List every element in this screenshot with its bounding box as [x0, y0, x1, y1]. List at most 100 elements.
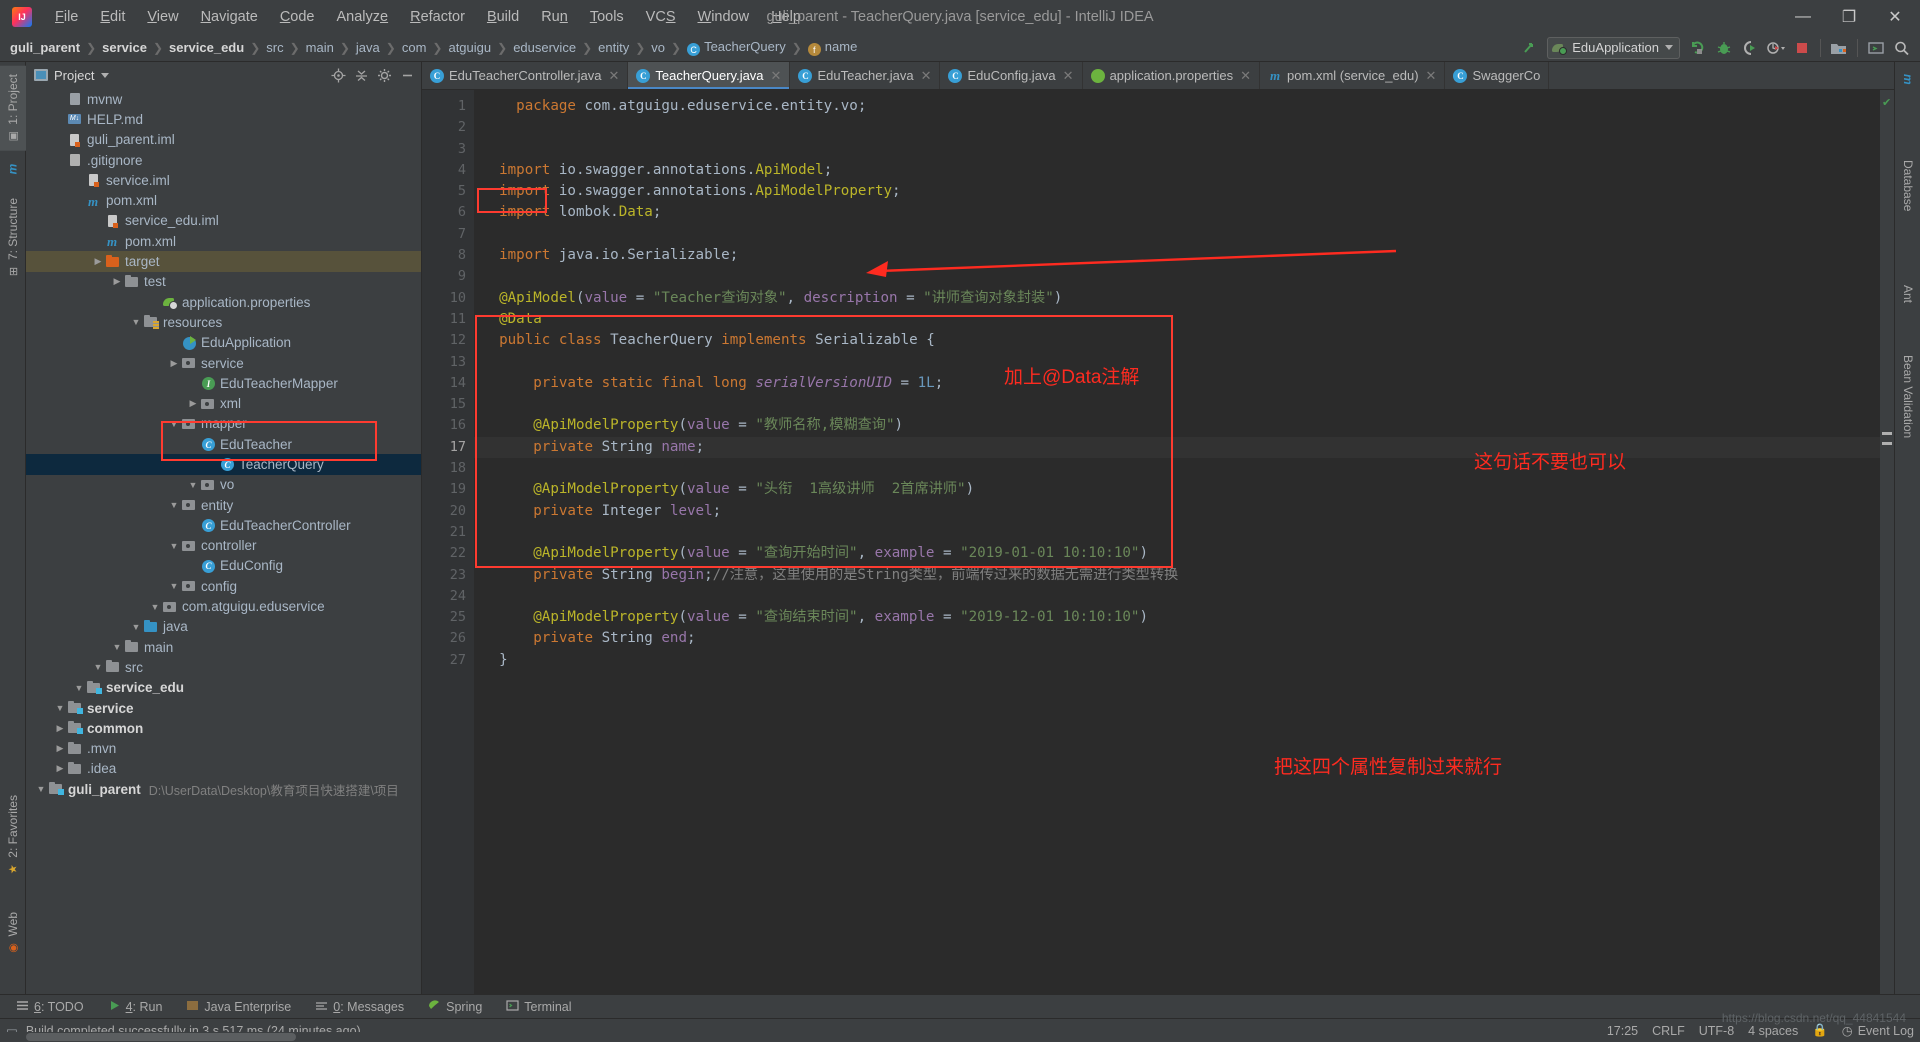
sidebar-tab-bean-validation[interactable]: Bean Validation	[1896, 347, 1920, 447]
tree-item--gitignore[interactable]: .gitignore	[26, 150, 421, 170]
editor-tab-educonfig-java[interactable]: C EduConfig.java ✕	[940, 62, 1083, 89]
tree-toggle-down-icon[interactable]	[167, 500, 181, 510]
tree-item-guli_parent-iml[interactable]: guli_parent.iml	[26, 130, 421, 150]
tree-toggle-down-icon[interactable]	[148, 602, 162, 612]
locate-icon[interactable]	[328, 65, 348, 85]
editor-tab-eduteacher-java[interactable]: C EduTeacher.java ✕	[790, 62, 941, 89]
tree-toggle-down-icon[interactable]	[186, 480, 200, 490]
minimize-button[interactable]: —	[1780, 1, 1826, 33]
editor-tab-pom-xml--service_edu-[interactable]: m pom.xml (service_edu) ✕	[1260, 62, 1446, 89]
tree-item-target[interactable]: target	[26, 251, 421, 272]
code-line[interactable]	[474, 117, 1880, 138]
close-icon[interactable]: ✕	[1063, 68, 1074, 84]
tree-toggle-down-icon[interactable]	[167, 581, 181, 591]
code-line[interactable]	[474, 394, 1880, 415]
breadcrumb-item-com[interactable]: com	[400, 40, 429, 55]
code-line[interactable]	[474, 522, 1880, 543]
line-number[interactable]: 14	[422, 373, 474, 394]
line-number[interactable]: 10−	[422, 288, 484, 309]
breadcrumb-item-vo[interactable]: vo	[649, 40, 667, 55]
code-line[interactable]	[474, 266, 1880, 287]
tree-toggle-down-icon[interactable]	[91, 662, 105, 672]
line-number[interactable]: 15	[422, 394, 474, 415]
run-configuration-selector[interactable]: EduApplication	[1547, 36, 1680, 59]
menu-item-file[interactable]: File	[44, 6, 89, 28]
line-number[interactable]: 1	[422, 96, 474, 117]
code-line[interactable]	[474, 458, 1880, 479]
code-line[interactable]	[474, 224, 1880, 245]
line-number[interactable]: 13	[422, 352, 474, 373]
code-line[interactable]: @ApiModelProperty(value = "头衔 1高级讲师 2首席讲…	[474, 479, 1880, 500]
code-line[interactable]	[474, 352, 1880, 373]
tree-item-common[interactable]: common	[26, 718, 421, 738]
line-number[interactable]: 26	[422, 628, 474, 649]
line-number[interactable]: 25	[422, 607, 474, 628]
line-number[interactable]: 9	[422, 266, 474, 287]
line-number[interactable]: 18	[422, 458, 474, 479]
code-line[interactable]: @ApiModel(value = "Teacher查询对象", descrip…	[474, 288, 1880, 309]
tool-window-spring[interactable]: Spring	[416, 996, 494, 1018]
tool-window-java-enterprise[interactable]: Java Enterprise	[174, 996, 303, 1018]
breadcrumb-item-teacherquery[interactable]: C TeacherQuery	[685, 39, 788, 57]
tree-toggle-down-icon[interactable]	[72, 683, 86, 693]
tree-item-eduteacher[interactable]: C EduTeacher	[26, 434, 421, 454]
debug-icon[interactable]	[1712, 37, 1736, 59]
line-number[interactable]: 4−	[422, 160, 484, 181]
tree-item-educonfig[interactable]: C EduConfig	[26, 556, 421, 576]
tree-toggle-right-icon[interactable]	[53, 763, 67, 774]
code-line[interactable]: @ApiModelProperty(value = "查询结束时间", exam…	[474, 607, 1880, 628]
sidebar-tab-database[interactable]: Database	[1896, 152, 1920, 220]
tree-item-application-properties[interactable]: application.properties	[26, 292, 421, 312]
menu-item-run[interactable]: Run	[530, 6, 579, 28]
breadcrumb-item-name[interactable]: f name	[806, 39, 860, 57]
tree-item-service-iml[interactable]: service.iml	[26, 170, 421, 190]
search-everywhere-icon[interactable]	[1890, 37, 1914, 59]
code-line[interactable]: private String end;	[474, 628, 1880, 649]
breadcrumb-item-java[interactable]: java	[354, 40, 382, 55]
line-number[interactable]: 16	[422, 415, 474, 436]
tree-toggle-down-icon[interactable]	[167, 541, 181, 551]
tree-item-pom-xml[interactable]: m pom.xml	[26, 190, 421, 210]
run-icon[interactable]	[1686, 37, 1710, 59]
sidebar-tab-web[interactable]: ◉ Web	[0, 904, 26, 962]
tree-item-eduteachermapper[interactable]: I EduTeacherMapper	[26, 373, 421, 393]
menu-item-refactor[interactable]: Refactor	[399, 6, 476, 28]
editor-marker-strip[interactable]: ✔	[1880, 90, 1894, 994]
tree-toggle-right-icon[interactable]	[91, 256, 105, 267]
tree-item-main[interactable]: main	[26, 637, 421, 657]
tree-toggle-down-icon[interactable]	[129, 317, 143, 327]
hide-panel-icon[interactable]	[397, 65, 417, 85]
editor-tab-application-properties[interactable]: application.properties ✕	[1083, 62, 1261, 89]
tool-window-terminal[interactable]: Terminal	[494, 996, 583, 1018]
chevron-down-icon[interactable]	[101, 72, 110, 78]
code-line[interactable]: private String begin;//注意，这里使用的是String类型…	[474, 565, 1880, 586]
sidebar-tab-structure[interactable]: ⊞ 7: Structure	[0, 190, 26, 286]
sidebar-tab-project[interactable]: ▣ 1: Project	[0, 66, 26, 151]
menu-item-build[interactable]: Build	[476, 6, 530, 28]
line-number[interactable]: 7	[422, 224, 474, 245]
code-line[interactable]: import lombok.Data;	[474, 202, 1880, 223]
close-icon[interactable]: ✕	[608, 68, 619, 84]
line-number[interactable]: 21	[422, 522, 474, 543]
line-number[interactable]: 17	[422, 437, 474, 458]
sidebar-tab-favorites[interactable]: ★ 2: Favorites	[0, 787, 26, 884]
menu-item-analyze[interactable]: Analyze	[326, 6, 400, 28]
breadcrumb-item-src[interactable]: src	[264, 40, 285, 55]
code-editor[interactable]: 1234−5678−910−11−12131415161718192021222…	[422, 90, 1894, 994]
tool-window-0--messages[interactable]: 0: Messages	[303, 996, 416, 1018]
code-line[interactable]: private static final long serialVersionU…	[474, 373, 1880, 394]
tree-item-resources[interactable]: resources	[26, 312, 421, 332]
tree-toggle-right-icon[interactable]	[110, 276, 124, 287]
breadcrumb-item-guli_parent[interactable]: guli_parent	[8, 40, 82, 55]
code-line[interactable]: @ApiModelProperty(value = "教师名称,模糊查询")	[474, 415, 1880, 436]
project-hscrollbar[interactable]	[0, 1032, 396, 1042]
tree-item-pom-xml[interactable]: m pom.xml	[26, 231, 421, 251]
collapse-all-icon[interactable]	[351, 65, 371, 85]
tree-item-config[interactable]: config	[26, 576, 421, 596]
tree-item-com-atguigu-eduservice[interactable]: com.atguigu.eduservice	[26, 596, 421, 616]
line-number[interactable]: 6	[422, 202, 474, 223]
close-icon[interactable]: ✕	[1426, 68, 1437, 84]
tree-item-help-md[interactable]: M↓ HELP.md	[26, 109, 421, 129]
line-number[interactable]: 27	[422, 650, 474, 671]
tree-toggle-right-icon[interactable]	[186, 398, 200, 409]
